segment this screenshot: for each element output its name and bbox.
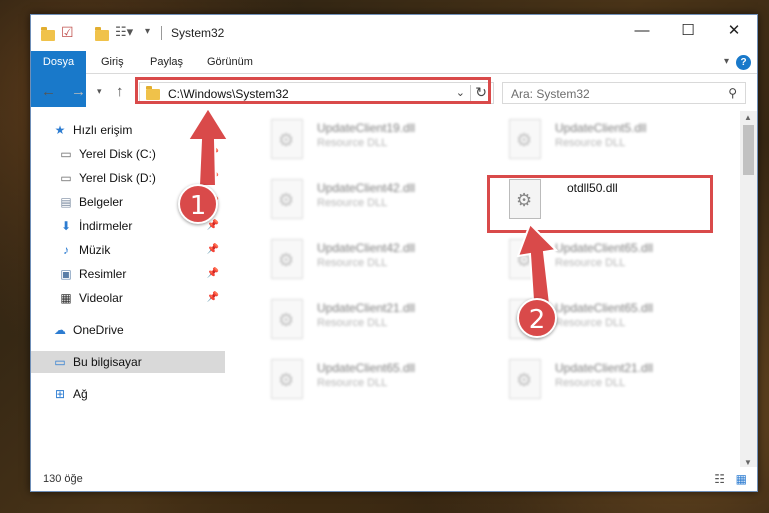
callout-arrows xyxy=(186,106,559,306)
callout-step-2: 2 xyxy=(517,298,557,338)
arrow-to-target-file xyxy=(516,222,559,306)
arrow-to-address-bar xyxy=(186,106,230,187)
callout-step-1: 1 xyxy=(178,184,218,224)
